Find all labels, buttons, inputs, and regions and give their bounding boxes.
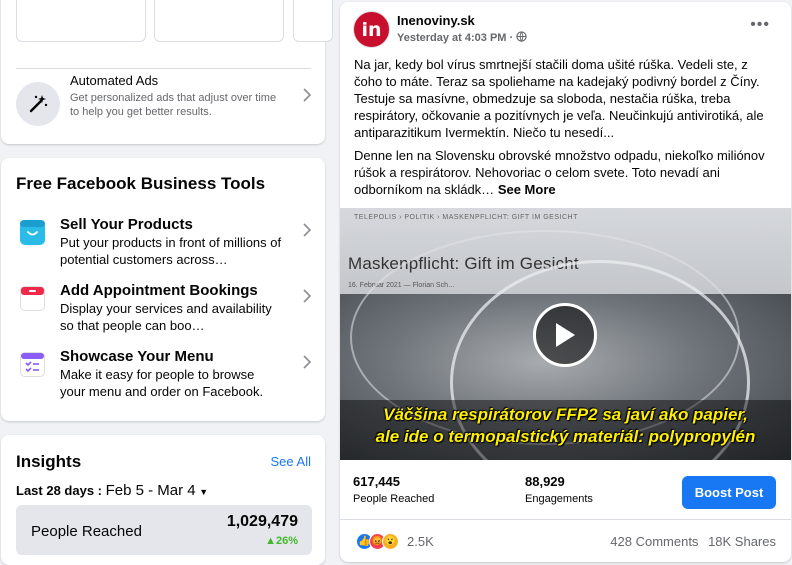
insights-title: Insights xyxy=(16,452,82,471)
page-name[interactable]: Inenoviny.sk xyxy=(397,13,475,28)
more-options-icon[interactable]: ••• xyxy=(750,16,770,34)
chevron-right-icon xyxy=(302,87,312,103)
date-range-selector[interactable]: Last 28 days : Feb 5 - Mar 4 ▼ xyxy=(16,482,208,499)
see-all-link[interactable]: See All xyxy=(271,454,311,469)
divider xyxy=(16,68,311,69)
magic-wand-icon xyxy=(16,82,60,126)
left-column: Automated Ads Get personalized ads that … xyxy=(0,0,333,565)
tool-title: Showcase Your Menu xyxy=(60,348,214,365)
stat-people-reached[interactable]: 617,445 People Reached xyxy=(353,474,434,505)
post-text: Na jar, kedy bol vírus smrtnejší stačili… xyxy=(354,56,776,204)
suggestion-thumbnail[interactable] xyxy=(154,0,284,42)
play-icon[interactable] xyxy=(533,303,597,367)
metric-value: 1,029,479 xyxy=(226,513,298,530)
tool-title: Add Appointment Bookings xyxy=(60,282,258,299)
post-card: in Inenoviny.sk Yesterday at 4:03 PM · •… xyxy=(340,2,791,562)
chevron-right-icon xyxy=(302,288,312,304)
comments-count[interactable]: 428 Comments xyxy=(610,534,698,549)
suggestion-thumbnail[interactable] xyxy=(293,0,333,42)
caret-down-icon: ▼ xyxy=(199,487,209,497)
page-avatar[interactable]: in xyxy=(353,11,390,48)
reaction-count: 2.5K xyxy=(407,533,434,549)
chevron-right-icon xyxy=(302,354,312,370)
post-video[interactable]: TELEPOLIS › POLITIK › MASKENPFLICHT: GIF… xyxy=(340,208,791,460)
ads-card: Automated Ads Get personalized ads that … xyxy=(1,0,333,144)
automated-ads-description: Get personalized ads that adjust over ti… xyxy=(70,92,277,118)
tool-appointment-bookings[interactable]: Add Appointment Bookings Display your se… xyxy=(16,282,312,342)
tool-showcase-menu[interactable]: Showcase Your Menu Make it easy for peop… xyxy=(16,348,312,408)
chevron-right-icon xyxy=(302,222,312,238)
post-timestamp[interactable]: Yesterday at 4:03 PM · xyxy=(397,31,527,44)
metric-delta: ▲26% xyxy=(265,535,298,547)
automated-ads-title: Automated Ads xyxy=(70,73,159,88)
tool-description: Display your services and availability s… xyxy=(60,301,272,333)
tool-description: Make it easy for people to browse your m… xyxy=(60,367,264,399)
business-tools-card: Free Facebook Business Tools Sell Your P… xyxy=(1,158,325,421)
date-range-value: Feb 5 - Mar 4 xyxy=(105,482,196,499)
see-more-link[interactable]: See More xyxy=(498,182,556,197)
business-tools-title: Free Facebook Business Tools xyxy=(16,174,266,193)
stat-engagements[interactable]: 88,929 Engagements xyxy=(525,474,593,505)
post-stats: 617,445 People Reached 88,929 Engagement… xyxy=(340,460,791,520)
shop-icon xyxy=(20,220,45,245)
tool-description: Put your products in front of millions o… xyxy=(60,235,282,267)
post-paragraph: Denne len na Slovensku obrovské množstvo… xyxy=(354,148,765,197)
calendar-icon xyxy=(20,286,45,311)
reaction-summary[interactable]: 👍 😡 😮 2.5K xyxy=(356,532,434,550)
menu-list-icon xyxy=(20,352,45,377)
metric-label: People Reached xyxy=(31,523,142,540)
post-paragraph: Na jar, kedy bol vírus smrtnejší stačili… xyxy=(354,57,764,140)
shares-count[interactable]: 18K Shares xyxy=(708,534,776,549)
automated-ads-item[interactable]: Automated Ads Get personalized ads that … xyxy=(16,73,312,128)
arrow-up-icon: ▲ xyxy=(265,535,276,547)
globe-icon xyxy=(516,31,527,44)
video-caption: Väčšina respirátorov FFP2 sa javí ako pa… xyxy=(375,405,756,446)
tool-title: Sell Your Products xyxy=(60,216,193,233)
wow-icon: 😮 xyxy=(382,532,399,550)
date-range-label: Last 28 days : xyxy=(16,483,102,498)
insights-card: Insights See All Last 28 days : Feb 5 - … xyxy=(1,435,325,565)
boost-post-button[interactable]: Boost Post xyxy=(682,476,776,509)
people-reached-metric[interactable]: People Reached 1,029,479 ▲26% xyxy=(16,505,312,555)
suggestion-thumbnail[interactable] xyxy=(16,0,146,42)
tool-sell-products[interactable]: Sell Your Products Put your products in … xyxy=(16,216,312,276)
engagement-counts: 428 Comments 18K Shares xyxy=(604,534,776,549)
video-breadcrumb: TELEPOLIS › POLITIK › MASKENPFLICHT: GIF… xyxy=(354,214,578,221)
